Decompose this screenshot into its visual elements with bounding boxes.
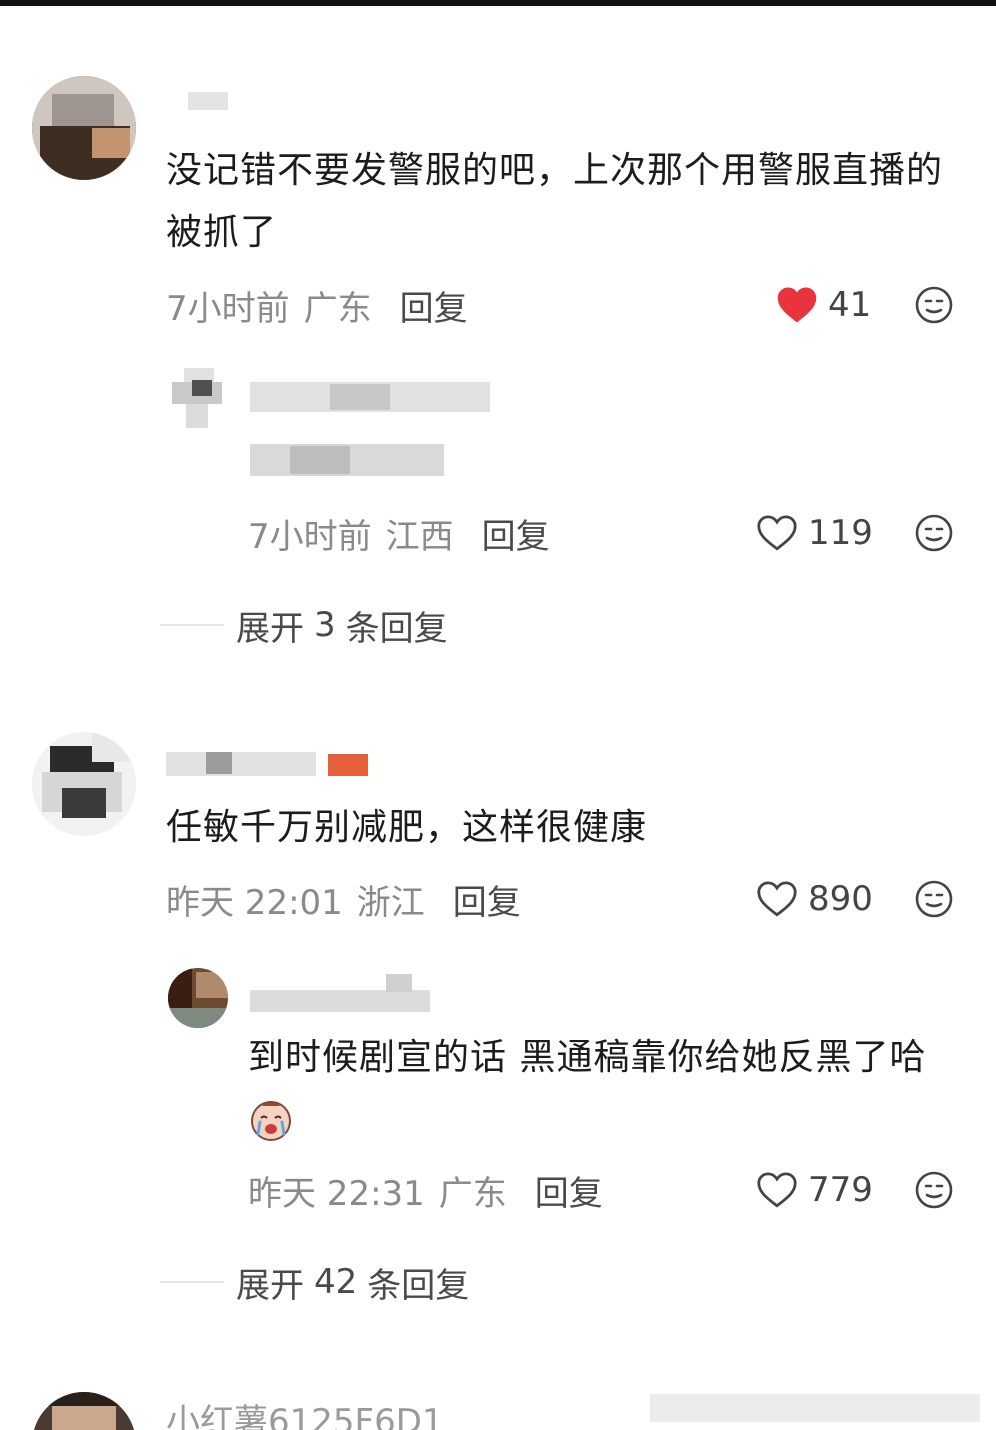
crying-baby-emoji-icon <box>251 1101 291 1141</box>
expand-replies-button[interactable]: 展开 42 条回复 <box>160 1260 470 1306</box>
reply-username-blurred-part <box>386 974 412 992</box>
comment-text: 没记错不要发警服的吧，上次那个用警服直播的被抓了 <box>166 150 944 253</box>
comment-location: 浙江 <box>356 882 425 923</box>
like-button[interactable]: 41 <box>776 283 871 327</box>
comment-time: 昨天 22:01 <box>166 882 343 923</box>
reply-meta: 昨天 22:31 广东 回复 <box>248 1166 603 1215</box>
comment-meta: 昨天 22:01 浙江 回复 <box>166 875 521 924</box>
expand-suffix: 条回复 <box>367 1265 470 1306</box>
reply-meta: 7小时前 江西 回复 <box>248 509 550 558</box>
username-blurred <box>166 752 316 776</box>
reply-username-blurred <box>250 990 430 1012</box>
heart-outline-icon <box>757 881 797 917</box>
like-count: 779 <box>808 1170 873 1210</box>
reply-time: 7小时前 <box>248 516 372 557</box>
emoji-reaction-icon[interactable] <box>914 513 954 553</box>
heart-filled-icon <box>777 287 817 323</box>
input-bar-blurred <box>650 1394 980 1422</box>
comment-text: 任敏千万别减肥，这样很健康 <box>166 807 648 848</box>
expand-replies-button[interactable]: 展开 3 条回复 <box>160 603 448 649</box>
reply-button[interactable]: 回复 <box>482 509 550 558</box>
top-edge-bar <box>0 0 996 6</box>
username-blurred <box>188 92 228 110</box>
expand-suffix: 条回复 <box>345 608 448 649</box>
reply-location: 江西 <box>385 516 454 557</box>
reply-avatar[interactable] <box>168 968 228 1028</box>
heart-outline-icon <box>757 515 797 551</box>
username-blurred-part <box>206 752 232 774</box>
comment-time: 7小时前 <box>166 288 290 329</box>
expand-prefix: 展开 <box>236 1265 304 1306</box>
comment-location: 广东 <box>303 288 372 329</box>
username[interactable]: 小红薯6125F6D1 <box>166 1394 444 1430</box>
like-button[interactable]: 119 <box>756 511 873 555</box>
reply-time: 昨天 22:31 <box>248 1173 425 1214</box>
reply-location: 广东 <box>438 1173 507 1214</box>
reply-button[interactable]: 回复 <box>453 875 521 924</box>
reply-button[interactable]: 回复 <box>535 1166 603 1215</box>
comment-meta: 7小时前 广东 回复 <box>166 281 468 330</box>
expand-prefix: 展开 <box>236 608 304 649</box>
like-count: 41 <box>828 285 872 325</box>
reply-button[interactable]: 回复 <box>400 281 468 330</box>
like-count: 890 <box>808 879 873 919</box>
like-button[interactable]: 890 <box>756 877 873 921</box>
expand-count: 3 <box>314 605 336 645</box>
expand-divider <box>160 624 224 626</box>
heart-outline-icon <box>757 1172 797 1208</box>
expand-count: 42 <box>314 1262 358 1302</box>
like-count: 119 <box>808 513 873 553</box>
avatar[interactable] <box>32 76 136 180</box>
emoji-reaction-icon[interactable] <box>914 285 954 325</box>
emoji-reaction-icon[interactable] <box>914 879 954 919</box>
avatar[interactable] <box>32 1392 136 1430</box>
emoji-reaction-icon[interactable] <box>914 1170 954 1210</box>
avatar[interactable] <box>32 732 136 836</box>
reply-text-blurred-part <box>290 446 350 474</box>
reply-username-blurred-part <box>330 384 390 410</box>
reply-text: 到时候剧宣的话 黑通稿靠你给她反黑了哈 <box>248 1037 927 1078</box>
expand-divider <box>160 1281 224 1283</box>
reply-avatar[interactable] <box>168 368 228 428</box>
like-button[interactable]: 779 <box>756 1168 873 1212</box>
user-badge <box>328 754 368 776</box>
